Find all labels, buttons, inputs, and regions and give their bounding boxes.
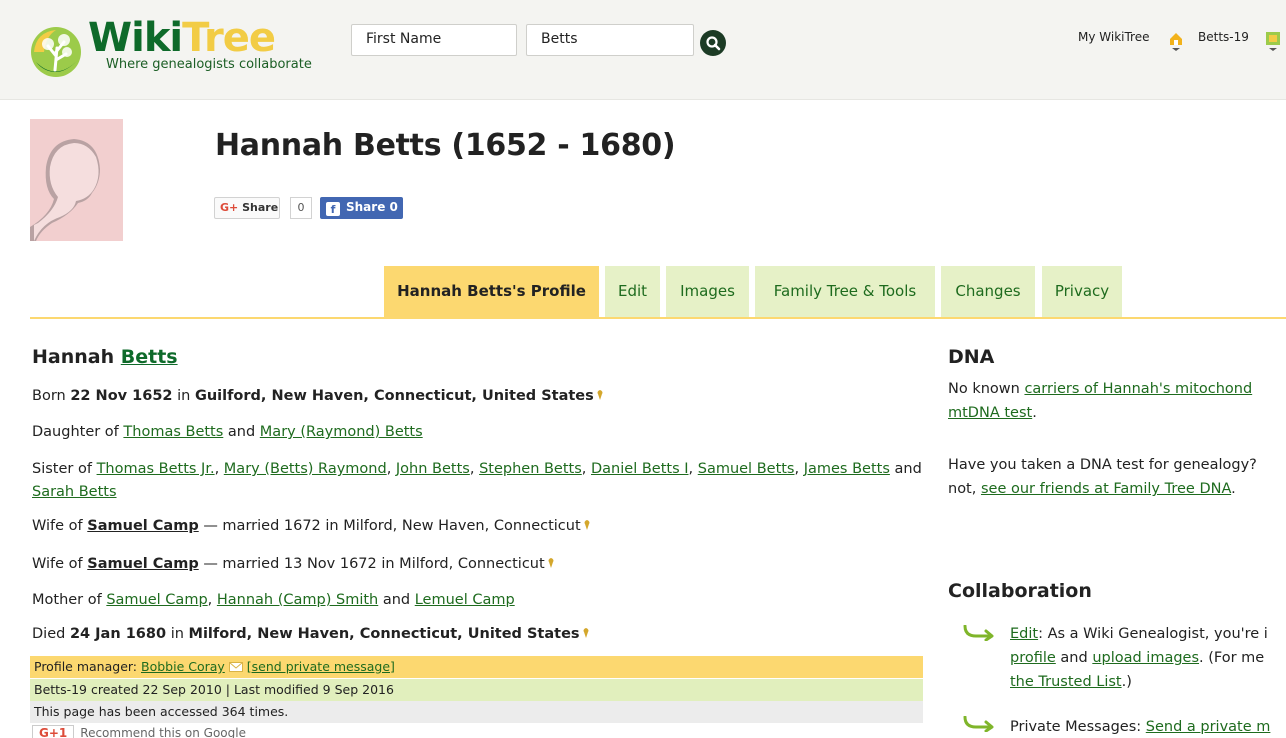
mother-link[interactable]: Mary (Raymond) Betts [260, 424, 423, 440]
family-tree-dna-link[interactable]: see our friends at Family Tree DNA [981, 481, 1231, 497]
arrow-right-icon [963, 716, 994, 732]
google-recommend: G+1 Recommend this on Google [32, 725, 246, 738]
facebook-share-button[interactable]: f Share 0 [320, 197, 403, 219]
sibling-link[interactable]: Mary (Betts) Raymond [224, 461, 387, 477]
collab-edit-text: the Trusted List.) [1010, 674, 1132, 690]
dna-text: not, see our friends at Family Tree DNA. [948, 481, 1236, 497]
send-private-message-link[interactable]: [send private message] [247, 659, 395, 674]
surname-link[interactable]: Betts [121, 346, 178, 368]
sibling-link[interactable]: Samuel Betts [698, 461, 795, 477]
person-heading: Hannah Betts [32, 346, 178, 368]
google-plus-one-button[interactable]: G+1 [32, 725, 75, 738]
google-plus-share-button[interactable]: G+ Share [214, 197, 280, 219]
tab-images[interactable]: Images [666, 266, 749, 318]
father-link[interactable]: Thomas Betts [123, 424, 223, 440]
child-link[interactable]: Hannah (Camp) Smith [217, 592, 378, 608]
sibling-link[interactable]: Stephen Betts [479, 461, 582, 477]
child-link[interactable]: Samuel Camp [106, 592, 207, 608]
tab-changes[interactable]: Changes [941, 266, 1035, 318]
trusted-list-link[interactable]: the Trusted List [1010, 674, 1122, 690]
marriage-line: Wife of Samuel Camp — married 1672 in Mi… [32, 516, 590, 536]
dna-text: mtDNA test. [948, 405, 1037, 421]
spouse-link[interactable]: Samuel Camp [87, 518, 198, 534]
map-pin-icon[interactable] [583, 628, 589, 638]
sibling-link[interactable]: Daniel Betts I [591, 461, 689, 477]
site-header: WikiTree Where genealogists collaborate … [0, 0, 1286, 100]
map-pin-icon[interactable] [597, 390, 603, 400]
death-line: Died 24 Jan 1680 in Milford, New Haven, … [32, 624, 589, 644]
page-title: Hannah Betts (1652 - 1680) [215, 128, 676, 163]
children-line: Mother of Samuel Camp, Hannah (Camp) Smi… [32, 592, 515, 608]
manager-link[interactable]: Bobbie Coray [141, 659, 225, 674]
search-icon [706, 36, 721, 51]
send-private-message-link[interactable]: Send a private m [1146, 719, 1271, 735]
silhouette-icon [30, 119, 123, 241]
tab-edit[interactable]: Edit [605, 266, 660, 318]
tab-privacy[interactable]: Privacy [1042, 266, 1122, 318]
my-wikitree-menu[interactable]: My WikiTree [1078, 30, 1150, 44]
marriage-line: Wife of Samuel Camp — married 13 Nov 167… [32, 554, 554, 574]
last-name-input[interactable]: Betts [526, 24, 694, 56]
collab-edit-text: Edit: As a Wiki Genealogist, you're i [1010, 626, 1268, 642]
envelope-icon[interactable] [228, 662, 243, 672]
home-icon[interactable] [1168, 30, 1184, 52]
sibling-link[interactable]: John Betts [396, 461, 470, 477]
private-messages-text: Private Messages: Send a private m [1010, 719, 1271, 735]
logo-wordmark: WikiTree [88, 15, 276, 61]
google-plus-icon: G+ [220, 201, 239, 214]
profile-manager-bar: Profile manager: Bobbie Coray [send priv… [30, 656, 923, 678]
google-plus-count: 0 [290, 197, 312, 219]
child-link[interactable]: Lemuel Camp [415, 592, 515, 608]
arrow-right-icon [963, 625, 994, 641]
dna-test-question: Have you taken a DNA test for genealogy? [948, 457, 1257, 473]
tab-divider [30, 317, 1286, 319]
tab-family-tree-tools[interactable]: Family Tree & Tools [755, 266, 935, 318]
user-menu[interactable]: Betts-19 [1198, 30, 1249, 44]
mtdna-test-link[interactable]: mtDNA test [948, 405, 1032, 421]
profile-link[interactable]: profile [1010, 650, 1056, 666]
profile-photo-placeholder[interactable] [30, 119, 123, 241]
upload-images-link[interactable]: upload images [1092, 650, 1199, 666]
tree-logo-icon [31, 27, 81, 77]
birth-line: Born 22 Nov 1652 in Guilford, New Haven,… [32, 386, 603, 406]
sibling-link[interactable]: Thomas Betts Jr. [97, 461, 215, 477]
access-count-bar: This page has been accessed 364 times. [30, 701, 923, 723]
mitochondrial-carriers-link[interactable]: carriers of Hannah's mitochond [1024, 381, 1252, 397]
created-modified-bar: Betts-19 created 22 Sep 2010 | Last modi… [30, 679, 923, 701]
dna-heading: DNA [948, 346, 995, 368]
search-button[interactable] [700, 30, 726, 56]
collab-edit-text: profile and upload images. (For me [1010, 650, 1265, 666]
user-tree-icon[interactable] [1264, 30, 1282, 52]
map-pin-icon[interactable] [584, 520, 590, 530]
siblings-line: Sister of Thomas Betts Jr., Mary (Betts)… [32, 461, 922, 500]
facebook-icon: f [326, 202, 340, 216]
dna-text: No known carriers of Hannah's mitochond [948, 381, 1253, 397]
spouse-link[interactable]: Samuel Camp [87, 556, 198, 572]
first-name-input[interactable]: First Name [351, 24, 517, 56]
collaboration-heading: Collaboration [948, 580, 1092, 602]
parents-line: Daughter of Thomas Betts and Mary (Raymo… [32, 424, 423, 440]
edit-link[interactable]: Edit [1010, 626, 1038, 642]
sibling-link[interactable]: James Betts [804, 461, 890, 477]
map-pin-icon[interactable] [548, 558, 554, 568]
tab-profile[interactable]: Hannah Betts's Profile [384, 266, 599, 318]
wikitree-logo[interactable]: WikiTree Where genealogists collaborate [26, 15, 346, 80]
logo-tagline: Where genealogists collaborate [106, 57, 312, 72]
sibling-link[interactable]: Sarah Betts [32, 484, 117, 500]
